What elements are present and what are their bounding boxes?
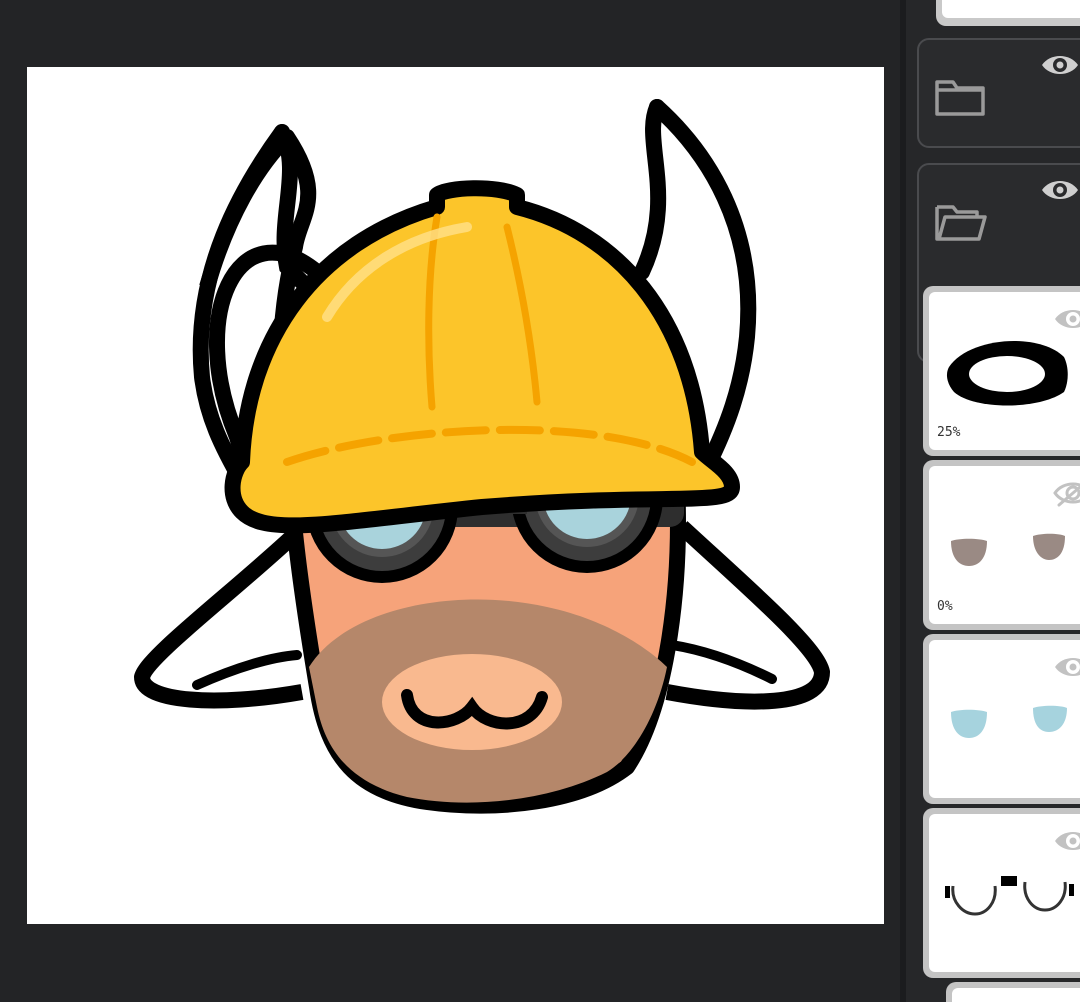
bull-illustration [134, 99, 830, 814]
eye-hidden-icon[interactable] [1053, 478, 1080, 508]
layers-panel: 25% 0% [906, 0, 1080, 1002]
layer-opacity-label: 25% [937, 425, 961, 440]
goggle-outline-layer[interactable] [923, 808, 1080, 978]
layer-opacity-label: 0% [937, 599, 953, 614]
layer-thumbnail-partial[interactable] [936, 0, 1080, 26]
cheeks-layer[interactable]: 0% [923, 460, 1080, 630]
drawing-canvas[interactable] [27, 67, 884, 924]
canvas-workspace[interactable] [0, 0, 900, 1002]
drawing-app: 25% 0% [0, 0, 1080, 1002]
goggle-frame-layer[interactable]: 25% [923, 286, 1080, 456]
layer-thumbnail-partial[interactable] [946, 982, 1080, 1002]
eye-icon[interactable] [1040, 50, 1080, 80]
eye-icon[interactable] [1053, 826, 1080, 856]
open-folder-icon [935, 205, 987, 241]
folder-icon [935, 80, 985, 116]
eye-icon[interactable] [1053, 304, 1080, 334]
eye-icon[interactable] [1040, 175, 1080, 205]
eye-icon[interactable] [1053, 652, 1080, 682]
right-ear [665, 521, 830, 710]
goggle-lens-layer[interactable] [923, 634, 1080, 804]
folder-layer-collapsed[interactable] [917, 38, 1080, 148]
